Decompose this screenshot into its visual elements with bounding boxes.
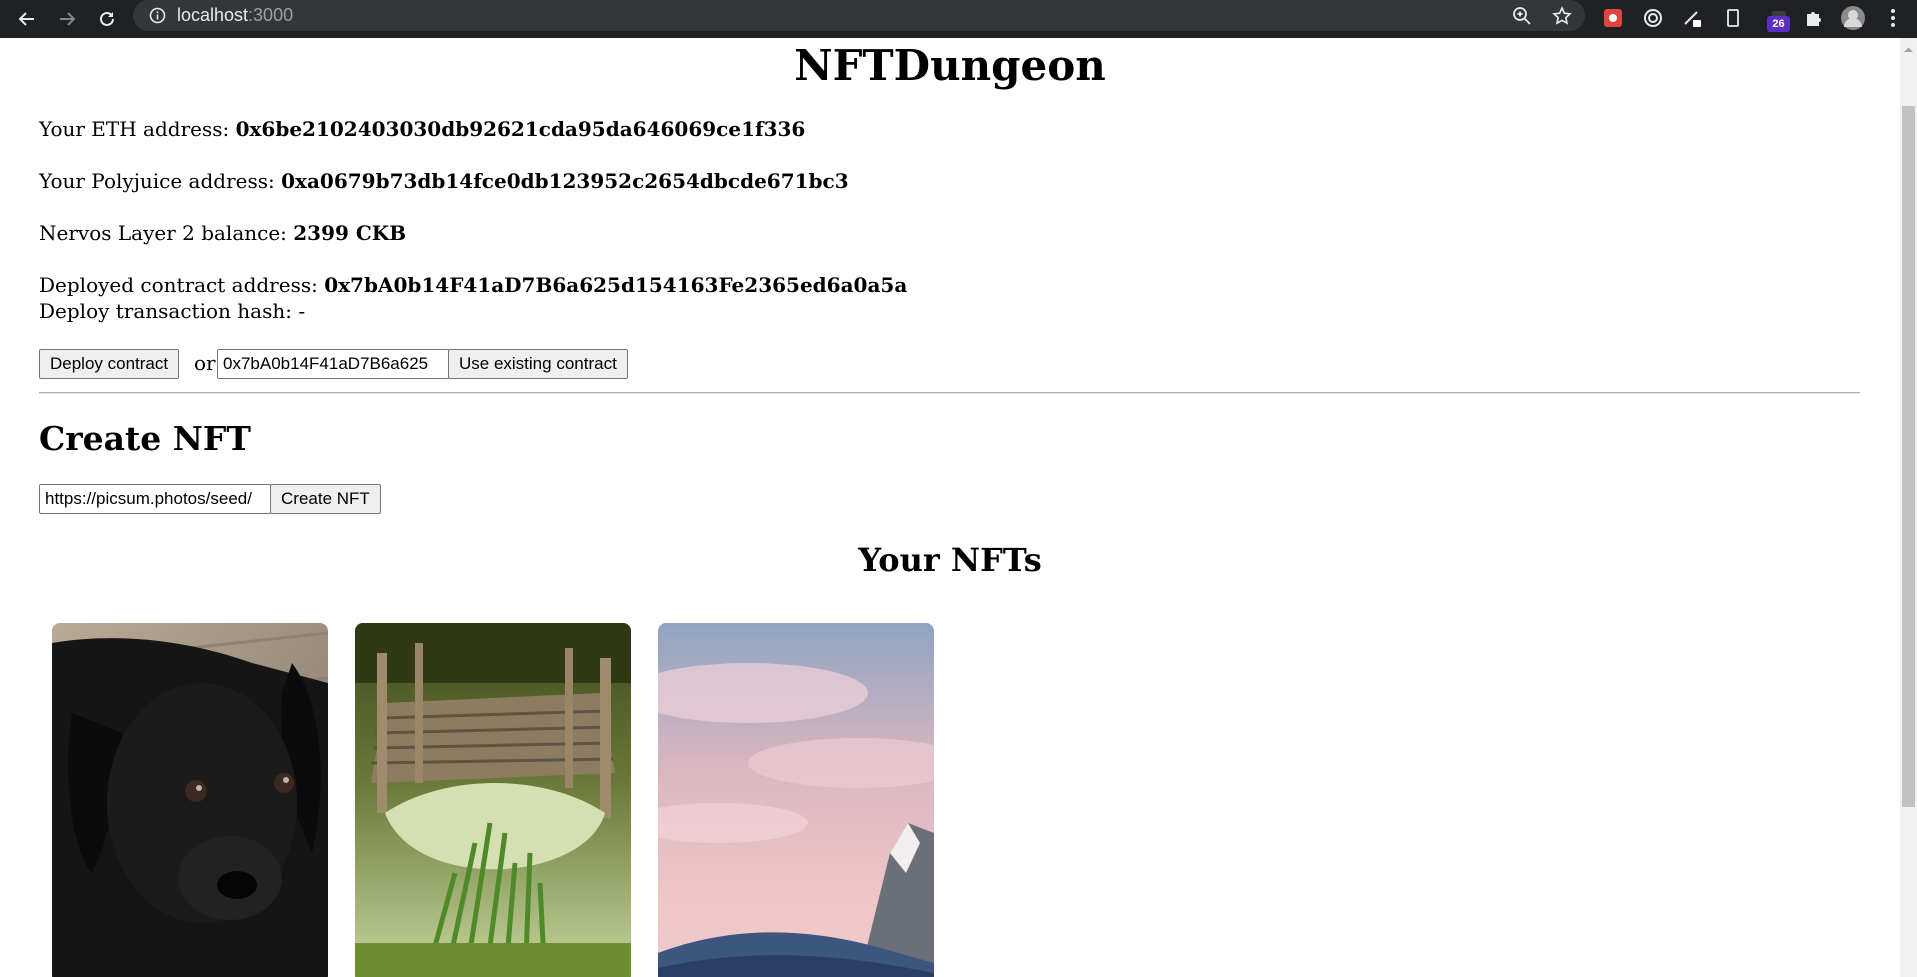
deploy-tx-label: Deploy transaction hash: [39, 299, 292, 323]
create-nft-heading: Create NFT [39, 419, 251, 458]
page-scrollbar[interactable] [1900, 38, 1917, 977]
eth-address-value: 0x6be2102403030db92621cda95da646069ce1f3… [235, 117, 806, 141]
extension-red-icon[interactable] [1598, 3, 1628, 33]
page-content: NFTDungeon Your ETH address: 0x6be210240… [0, 38, 1900, 977]
eth-address-line: Your ETH address: 0x6be2102403030db92621… [39, 117, 805, 141]
extension-phone-icon[interactable] [1718, 3, 1748, 33]
polyjuice-address-label: Your Polyjuice address: [39, 169, 275, 193]
nft-card-mountain[interactable] [658, 623, 934, 977]
create-nft-button[interactable]: Create NFT [270, 484, 381, 514]
extension-count-badge: 26 [1767, 16, 1790, 32]
forward-arrow-icon[interactable] [52, 4, 82, 34]
contract-address-label: Deployed contract address: [39, 273, 318, 297]
url-host: localhost [177, 5, 249, 25]
url-port: :3000 [248, 5, 294, 25]
eth-address-label: Your ETH address: [39, 117, 230, 141]
bookmark-star-icon[interactable] [1547, 1, 1577, 31]
nft-image-puppy [52, 623, 328, 977]
existing-contract-input[interactable]: 0x7bA0b14F41aD7B6a625 [217, 349, 449, 379]
extension-pen-icon[interactable] [1678, 3, 1708, 33]
balance-line: Nervos Layer 2 balance: 2399 CKB [39, 221, 406, 245]
polyjuice-address-line: Your Polyjuice address: 0xa0679b73db14fc… [39, 169, 849, 193]
contract-address-value: 0x7bA0b14F41aD7B6a625d154163Fe2365ed6a0a… [324, 273, 908, 297]
profile-avatar-icon[interactable] [1838, 3, 1868, 33]
address-bar[interactable]: localhost:3000 [133, 0, 1585, 31]
scrollbar-thumb[interactable] [1902, 106, 1915, 807]
extension-target-icon[interactable] [1638, 3, 1668, 33]
scroll-up-arrow-icon[interactable] [1900, 42, 1917, 56]
zoom-icon[interactable] [1507, 1, 1537, 31]
your-nfts-heading: Your NFTs [858, 541, 1042, 579]
info-icon[interactable] [149, 7, 166, 28]
nft-card-puppy[interactable] [52, 623, 328, 977]
url-text: localhost:3000 [177, 5, 293, 26]
use-existing-contract-button[interactable]: Use existing contract [448, 349, 628, 379]
page-title: NFTDungeon [794, 41, 1106, 90]
contract-address-line: Deployed contract address: 0x7bA0b14F41a… [39, 273, 907, 297]
nft-url-input[interactable]: https://picsum.photos/seed/ [39, 484, 271, 514]
deploy-tx-line: Deploy transaction hash: - [39, 299, 305, 323]
kebab-menu-icon[interactable] [1878, 3, 1908, 33]
extensions-puzzle-icon[interactable] [1798, 3, 1828, 33]
reload-icon[interactable] [92, 4, 122, 34]
or-text: or [194, 351, 216, 375]
deploy-tx-value: - [298, 299, 306, 323]
deploy-contract-button[interactable]: Deploy contract [39, 349, 180, 379]
nft-image-mountain [658, 623, 934, 977]
balance-value: 2399 CKB [293, 221, 407, 245]
balance-label: Nervos Layer 2 balance: [39, 221, 287, 245]
nft-card-dock[interactable] [355, 623, 631, 977]
nft-image-dock [355, 623, 631, 977]
browser-toolbar: localhost:3000 26 [0, 0, 1917, 38]
divider [39, 392, 1860, 394]
back-arrow-icon[interactable] [12, 4, 42, 34]
polyjuice-address-value: 0xa0679b73db14fce0db123952c2654dbcde671b… [281, 169, 849, 193]
